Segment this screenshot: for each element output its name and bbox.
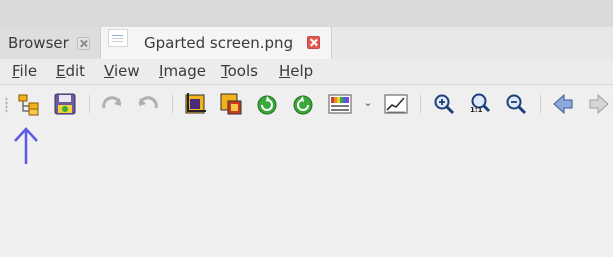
adjust-colors-icon[interactable]: [328, 92, 352, 116]
undo-icon[interactable]: [100, 92, 124, 116]
toolbar: ⌄ 1:1: [0, 85, 613, 123]
annotation-up-arrow-icon: [12, 126, 40, 166]
image-viewer-window: Browser Gparted screen.png File Edit Vie…: [0, 0, 613, 257]
previous-icon[interactable]: [551, 92, 575, 116]
toolbar-separator: [420, 95, 421, 113]
tab-browser-label: Browser: [8, 34, 69, 52]
rotate-left-icon[interactable]: [255, 92, 279, 116]
redo-icon[interactable]: [136, 92, 160, 116]
tab-image-close-icon[interactable]: [307, 36, 320, 49]
zoom-1to1-label: 1:1: [470, 106, 483, 114]
menu-edit-rest: dit: [65, 62, 86, 80]
menu-help[interactable]: Help: [279, 62, 313, 80]
menu-view-rest: iew: [113, 62, 140, 80]
rotate-right-icon[interactable]: [291, 92, 315, 116]
tab-browser[interactable]: Browser: [0, 27, 101, 59]
resize-icon[interactable]: [219, 92, 243, 116]
menu-file[interactable]: File: [12, 62, 37, 80]
menu-file-rest: ile: [19, 62, 38, 80]
zoom-out-icon[interactable]: [504, 92, 528, 116]
toolbar-separator: [172, 95, 173, 113]
menu-help-rest: elp: [290, 62, 314, 80]
save-icon[interactable]: [53, 92, 77, 116]
tab-image-label: Gparted screen.png: [144, 34, 294, 52]
next-icon[interactable]: [587, 92, 611, 116]
folder-tree-icon[interactable]: [17, 92, 41, 116]
tab-browser-close-icon[interactable]: [77, 37, 90, 50]
crop-icon[interactable]: [183, 92, 207, 116]
tab-strip: Browser Gparted screen.png: [0, 27, 613, 60]
menu-tools-rest: ools: [227, 62, 258, 80]
image-thumbnail-icon: [108, 29, 128, 47]
menu-view[interactable]: View: [104, 62, 140, 80]
toolbar-separator: [89, 95, 90, 113]
zoom-1to1-icon[interactable]: 1:1: [468, 92, 492, 116]
toolbar-grip-icon[interactable]: [5, 97, 8, 113]
menu-tools[interactable]: Tools: [221, 62, 258, 80]
menu-image-rest: mage: [163, 62, 206, 80]
menu-edit[interactable]: Edit: [56, 62, 85, 80]
menu-bar: File Edit View Image Tools Help: [0, 59, 613, 85]
title-bar: [0, 0, 613, 27]
tab-image[interactable]: Gparted screen.png: [101, 27, 332, 59]
adjust-colors-dropdown-icon[interactable]: ⌄: [362, 96, 374, 110]
menu-image[interactable]: Image: [159, 62, 206, 80]
histogram-icon[interactable]: [384, 92, 408, 116]
zoom-in-icon[interactable]: [432, 92, 456, 116]
toolbar-separator: [540, 95, 541, 113]
